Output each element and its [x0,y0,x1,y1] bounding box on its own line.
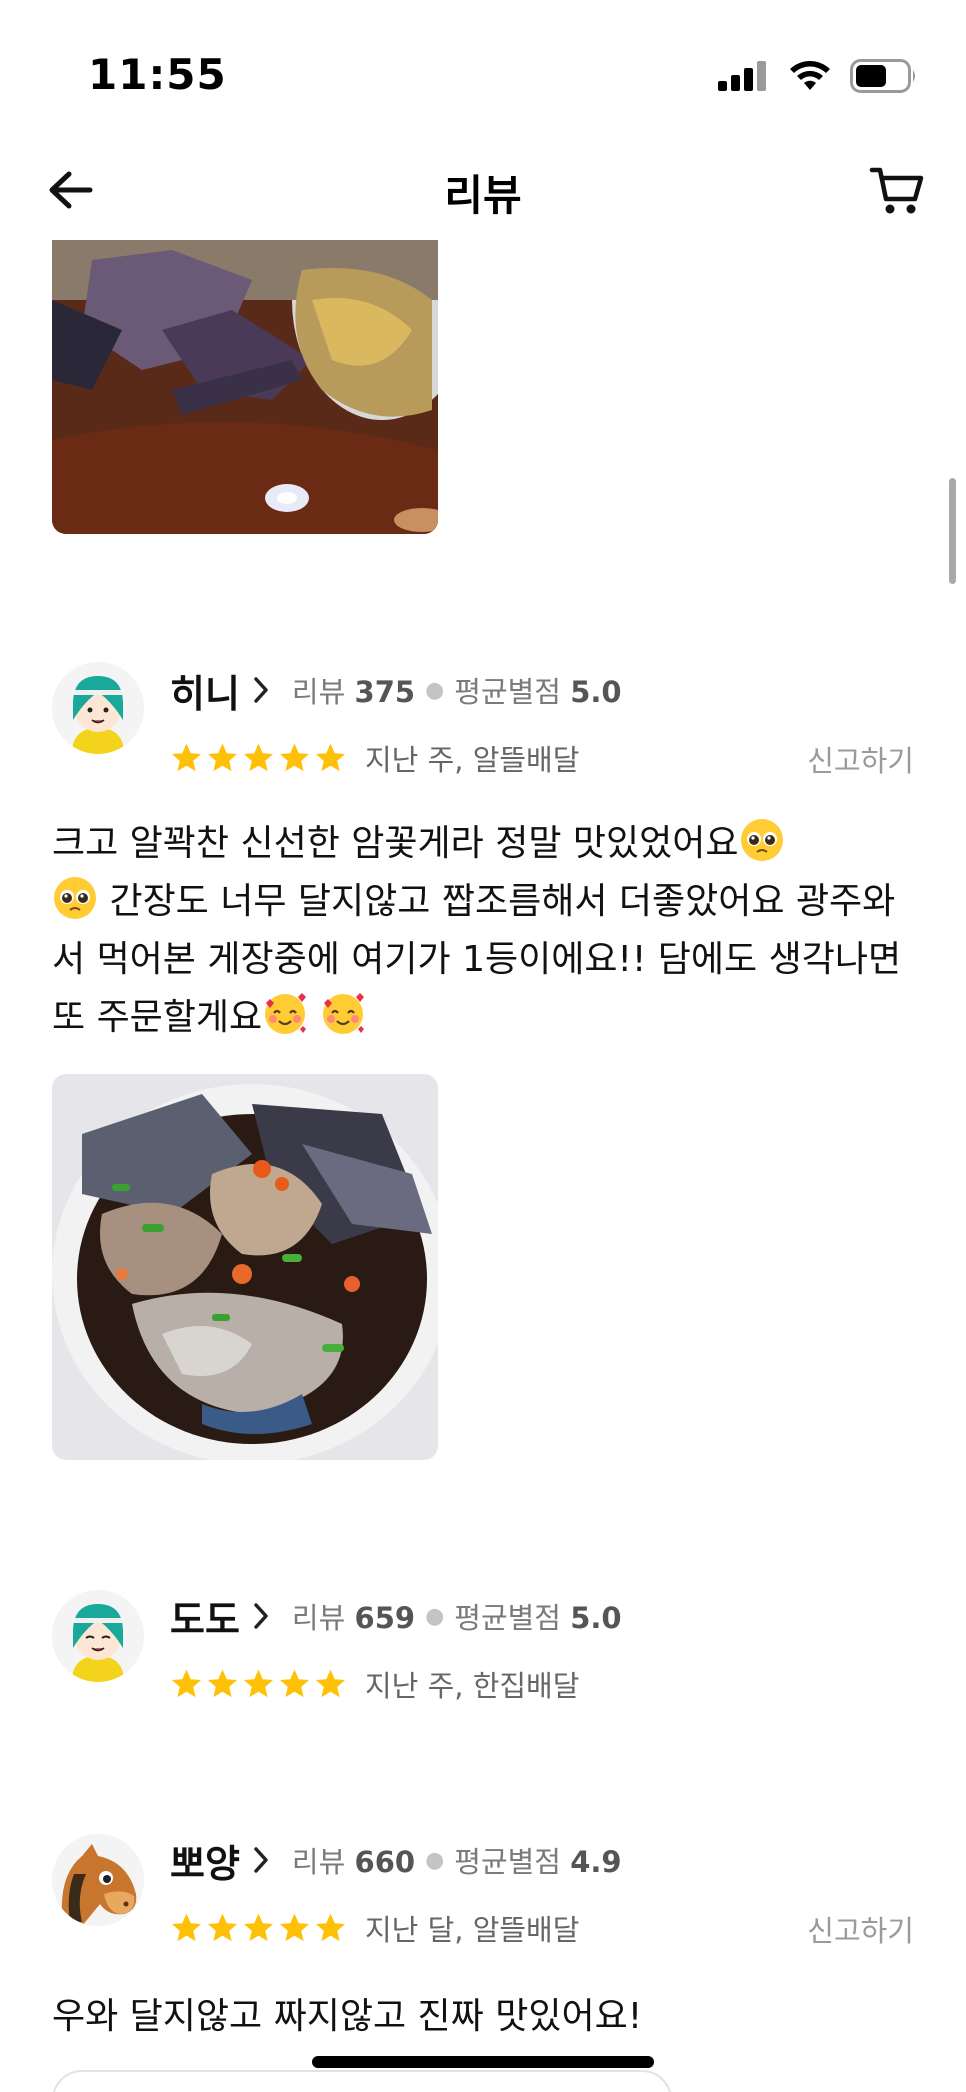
status-time: 11:55 [88,50,227,99]
review-count-value: 375 [354,675,416,709]
review-text: 우와 달지않고 짜지않고 진짜 맛있어요! [52,1996,643,2037]
separator-dot: ● [425,1603,445,1629]
rating-row: 지난 주, 한집배달 [170,1662,579,1706]
back-button[interactable] [40,160,100,220]
star-icon [315,743,346,772]
cart-icon [869,167,924,214]
smiling-face-with-hearts-icon [265,993,307,1034]
star-icon [171,1913,202,1942]
cellular-signal-icon [718,61,766,91]
home-indicator [312,2056,654,2068]
star-rating [170,1912,347,1944]
star-icon [315,1669,346,1698]
cart-button[interactable] [862,156,932,226]
average-rating-label: 평균별점 [454,675,561,709]
review-count: 리뷰 659 [292,1595,415,1637]
chevron-right-icon[interactable] [252,1846,270,1874]
page-title: 리뷰 [444,171,522,220]
review-date-channel: 지난 주, 한집배달 [365,1669,580,1703]
wifi-icon [790,61,830,90]
avatar[interactable] [52,1834,144,1926]
crab-photo [52,1074,438,1460]
average-rating-label: 평균별점 [454,1845,561,1879]
star-icon [171,1669,202,1698]
review-text: 크고 알꽉찬 신선한 암꽃게라 정말 맛있었어요 간장도 너무 달지않고 짭조름… [52,815,922,1047]
reviewer-nickname[interactable]: 히니 [170,663,240,718]
reviewer-info: 도도 리뷰 659 ● 평균별점 5.0 [170,1590,622,1642]
pleading-face-icon [740,819,783,861]
reviewer-avatar-icon [52,662,144,754]
star-icon [279,1913,310,1942]
smiling-face-with-hearts-icon [322,993,364,1034]
separator-dot: ● [425,1847,445,1873]
review-text-part [308,997,319,1038]
review-photo[interactable] [52,240,438,534]
review-count: 리뷰 375 [292,669,415,711]
pleading-face-icon [54,877,96,919]
star-icon [207,743,238,772]
average-rating-value: 5.0 [570,675,622,709]
reviewer-nickname[interactable]: 도도 [170,1589,240,1644]
chevron-right-icon[interactable] [252,1602,270,1630]
review-date-channel: 지난 달, 알뜰배달 [365,1913,580,1947]
report-button[interactable]: 신고하기 [807,738,914,780]
chevron-right-icon[interactable] [252,676,270,704]
status-icons [718,56,918,96]
avatar[interactable] [52,1590,144,1682]
star-icon [315,1913,346,1942]
average-rating: 평균별점 5.0 [454,1595,621,1637]
star-rating [170,1668,347,1700]
arrow-left-icon [49,171,93,209]
scrollbar[interactable] [949,478,956,584]
average-rating: 평균별점 5.0 [454,669,621,711]
review-photo[interactable] [52,1074,438,1460]
average-rating-label: 평균별점 [454,1601,561,1635]
battery-icon [850,59,915,93]
star-icon [171,743,202,772]
star-rating [170,742,347,774]
star-icon [279,1669,310,1698]
report-button[interactable]: 신고하기 [807,1908,914,1950]
star-icon [207,1913,238,1942]
review-count-value: 660 [354,1845,416,1879]
star-icon [243,1669,274,1698]
review-count: 리뷰 660 [292,1839,415,1881]
average-rating: 평균별점 4.9 [454,1839,621,1881]
review-text-part: 간장도 너무 달지않고 짭조름해서 더좋았어요 광주와서 먹어본 게장중에 여기… [52,881,902,1038]
reviewer-nickname[interactable]: 뽀양 [170,1833,240,1888]
star-icon [207,1669,238,1698]
review-date-channel: 지난 주, 알뜰배달 [365,743,580,777]
star-icon [243,743,274,772]
reviewer-info: 뽀양 리뷰 660 ● 평균별점 4.9 [170,1834,622,1886]
review-count-label: 리뷰 [291,675,346,709]
reviewer-info: 히니 리뷰 375 ● 평균별점 5.0 [170,664,622,716]
next-review-card [52,2070,672,2092]
review-count-value: 659 [354,1601,416,1635]
status-bar: 11:55 [0,0,966,150]
average-rating-value: 4.9 [570,1845,622,1879]
review-text-part: 크고 알꽉찬 신선한 암꽃게라 정말 맛있었어요 [52,823,739,864]
review-count-label: 리뷰 [291,1845,346,1879]
horse-avatar-icon [52,1834,144,1926]
nav-bar: 리뷰 [0,150,966,240]
crab-photo [52,240,438,534]
avatar[interactable] [52,662,144,754]
rating-row: 지난 주, 알뜰배달 [170,736,579,780]
average-rating-value: 5.0 [570,1601,622,1635]
rating-row: 지난 달, 알뜰배달 [170,1906,579,1950]
star-icon [243,1913,274,1942]
review-count-label: 리뷰 [291,1601,346,1635]
reviewer-avatar-icon [52,1590,144,1682]
star-icon [279,743,310,772]
separator-dot: ● [425,677,445,703]
